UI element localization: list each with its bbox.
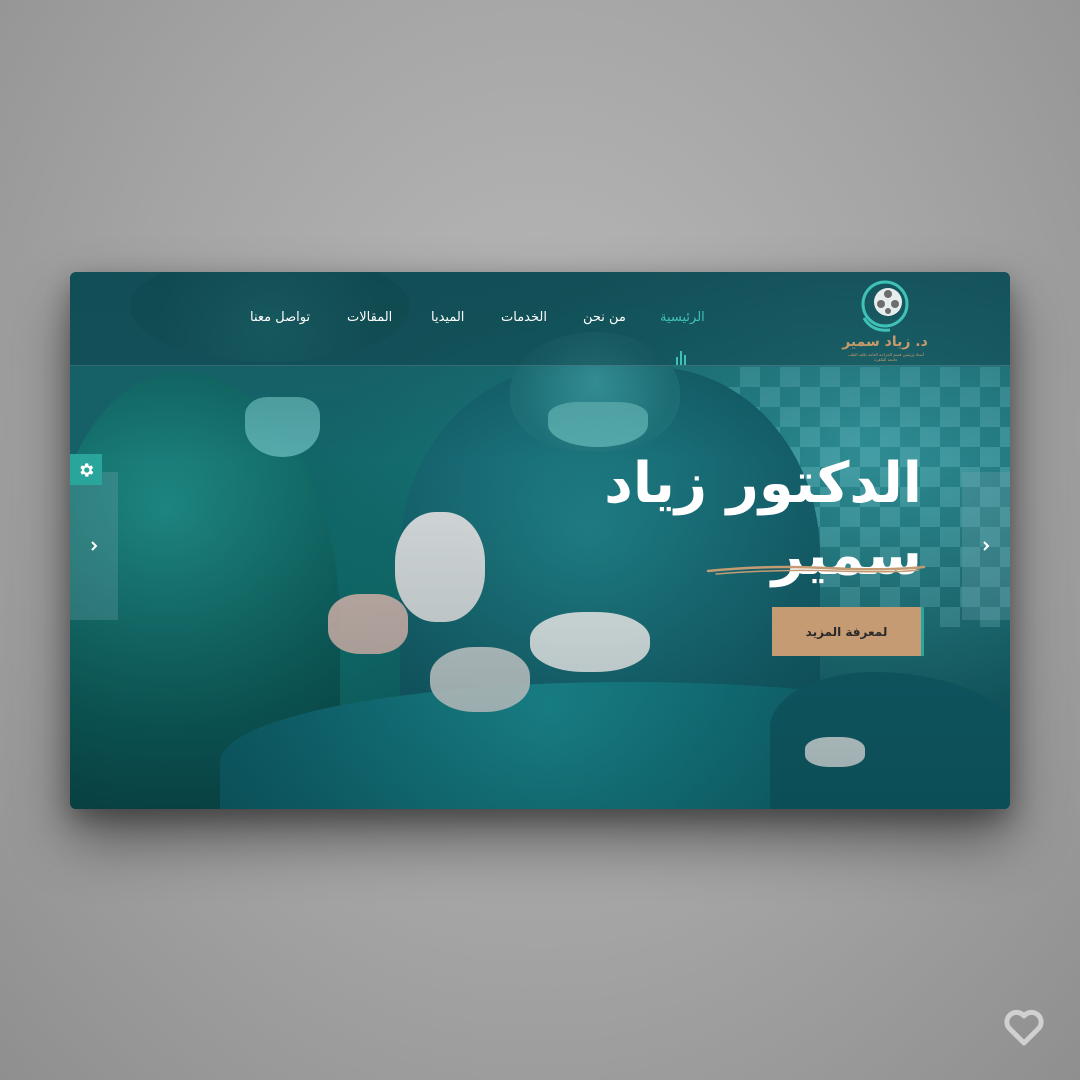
hero-title-line-1: الدكتور زياد [604,451,922,516]
chevron-right-icon [983,541,990,551]
learn-more-button[interactable]: لمعرفة المزيد [772,607,924,656]
gear-icon [80,462,94,477]
heart-icon [1004,1010,1044,1046]
hero-title-line-2: سمير [771,523,922,588]
settings-button[interactable] [70,454,102,485]
slider-prev-button[interactable] [70,472,118,620]
site-header: الرئيسية من نحن الخدمات الميديا المقالات… [70,272,1010,366]
title-underline-decoration [706,565,926,575]
slider-next-button[interactable] [962,472,1010,620]
nav-item-about[interactable]: من نحن [583,310,626,325]
active-nav-indicator [676,351,686,365]
nav-item-contact[interactable]: تواصل معنا [250,310,310,325]
chevron-left-icon [91,541,98,551]
nav-item-services[interactable]: الخدمات [501,310,547,325]
nav-item-home[interactable]: الرئيسية [660,310,705,325]
logo-subtitle: أستاذ ورئيس قسم الجراحة العامة بكلية الط… [848,352,924,362]
website-hero-frame: الرئيسية من نحن الخدمات الميديا المقالات… [70,272,1010,809]
nav-item-media[interactable]: الميديا [431,310,464,325]
logo-text: د. زياد سمير [842,334,928,350]
nav-item-articles[interactable]: المقالات [347,310,392,325]
